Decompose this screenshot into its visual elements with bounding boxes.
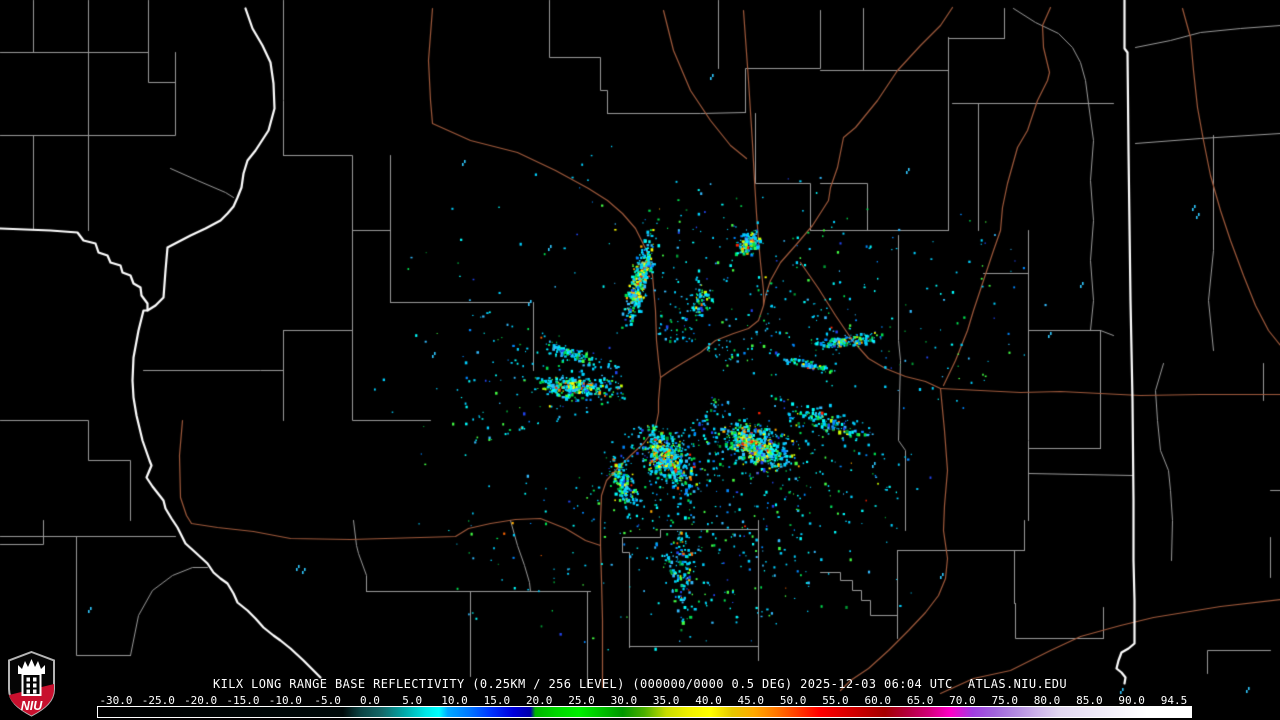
radar-caption: KILX LONG RANGE BASE REFLECTIVITY (0.25K… [0, 677, 1280, 691]
niu-logo-text: NIU [21, 699, 44, 713]
colorbar [97, 706, 1192, 718]
radar-map-canvas [0, 0, 1280, 720]
radar-viewer: KILX LONG RANGE BASE REFLECTIVITY (0.25K… [0, 0, 1280, 720]
niu-castle-tower-icon [23, 674, 41, 695]
niu-logo: NIU [7, 651, 56, 717]
colorbar-gradient-bar [98, 707, 1191, 717]
colorbar-tick-labels: -30.0-25.0-20.0-15.0-10.0-5.00.05.010.01… [0, 694, 1280, 706]
